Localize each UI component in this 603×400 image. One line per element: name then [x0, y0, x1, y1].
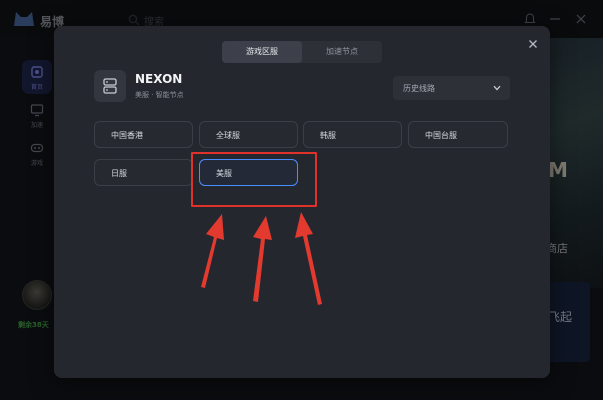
game-icon — [94, 70, 126, 102]
game-title: NEXON — [135, 72, 183, 86]
region-button-global[interactable]: 全球服 — [199, 121, 298, 148]
region-label: 韩服 — [320, 131, 336, 140]
server-select-modal: 游戏区服 加速节点 NEXON 美服 · 智能节点 历史线路 中国香港 全球服 … — [54, 26, 550, 378]
region-button-korea[interactable]: 韩服 — [303, 121, 402, 148]
chevron-down-icon — [493, 85, 501, 91]
region-label: 中国台服 — [425, 131, 457, 140]
tab-boost-node[interactable]: 加速节点 — [302, 41, 382, 63]
server-icon — [103, 78, 117, 94]
game-subtitle: 美服 · 智能节点 — [135, 91, 184, 99]
region-label: 中国香港 — [111, 131, 143, 140]
history-route-select[interactable]: 历史线路 — [393, 76, 510, 100]
region-button-japan[interactable]: 日服 — [94, 159, 193, 186]
region-label: 日服 — [111, 169, 127, 178]
tab-strip: 游戏区服 加速节点 — [222, 41, 382, 63]
region-label: 全球服 — [216, 131, 240, 140]
region-button-hongkong[interactable]: 中国香港 — [94, 121, 193, 148]
annotation-highlight-box — [191, 152, 317, 207]
close-icon[interactable] — [526, 37, 540, 51]
tab-game-region[interactable]: 游戏区服 — [222, 41, 302, 63]
history-route-label: 历史线路 — [403, 84, 435, 93]
region-button-taiwan[interactable]: 中国台服 — [408, 121, 508, 148]
